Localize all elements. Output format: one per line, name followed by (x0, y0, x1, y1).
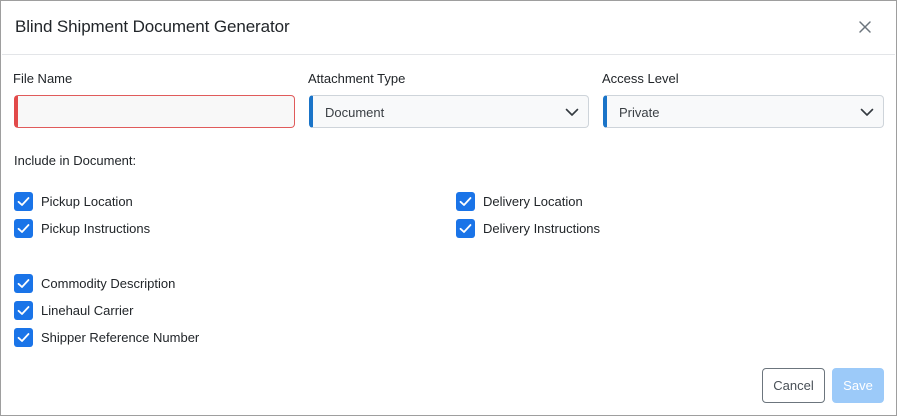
dialog-header: Blind Shipment Document Generator (2, 2, 895, 55)
check-icon (17, 306, 30, 315)
checkbox-label: Pickup Instructions (41, 221, 151, 236)
save-button[interactable]: Save (832, 368, 884, 403)
close-button[interactable] (853, 15, 877, 39)
close-icon (859, 21, 871, 33)
access-level-select[interactable]: Private (603, 95, 884, 128)
checkbox-checked[interactable] (14, 274, 33, 293)
document-generator-dialog: Blind Shipment Document Generator File N… (0, 0, 897, 416)
check-icon (17, 197, 30, 206)
attachment-type-select[interactable]: Document (309, 95, 589, 128)
checkbox-checked[interactable] (14, 328, 33, 347)
check-icon (17, 333, 30, 342)
checkbox-label: Delivery Location (483, 194, 583, 209)
access-level-value: Private (619, 105, 660, 120)
checkbox-checked[interactable] (456, 219, 475, 238)
chevron-down-icon (565, 108, 579, 116)
access-level-label: Access Level (602, 71, 679, 86)
file-name-input[interactable] (14, 95, 295, 128)
attachment-type-label: Attachment Type (308, 71, 406, 86)
checkbox-label: Commodity Description (41, 276, 176, 291)
checkbox-checked[interactable] (14, 301, 33, 320)
file-name-label: File Name (13, 71, 73, 86)
chevron-down-icon (860, 108, 874, 116)
include-in-document-label: Include in Document: (14, 153, 137, 168)
check-icon (459, 224, 472, 233)
checkbox-checked[interactable] (14, 192, 33, 211)
cancel-button[interactable]: Cancel (762, 368, 825, 403)
check-icon (17, 224, 30, 233)
dialog-title: Blind Shipment Document Generator (15, 17, 290, 36)
check-icon (459, 197, 472, 206)
attachment-type-value: Document (325, 105, 385, 120)
check-icon (17, 279, 30, 288)
checkbox-label: Pickup Location (41, 194, 133, 209)
checkbox-label: Delivery Instructions (483, 221, 601, 236)
checkbox-checked[interactable] (14, 219, 33, 238)
checkbox-checked[interactable] (456, 192, 475, 211)
checkbox-label: Linehaul Carrier (41, 303, 134, 318)
checkbox-label: Shipper Reference Number (41, 330, 200, 345)
